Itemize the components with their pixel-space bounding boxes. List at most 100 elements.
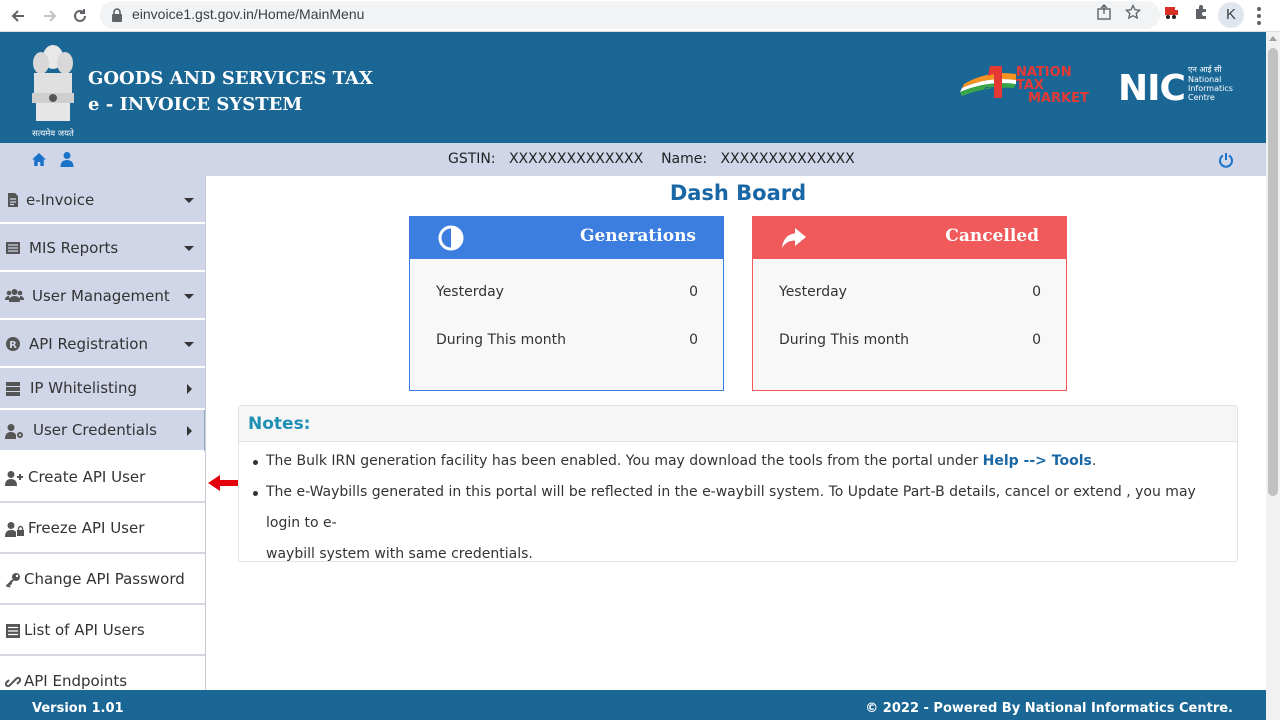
- user-icon[interactable]: [60, 151, 74, 167]
- back-icon[interactable]: [6, 4, 30, 28]
- copyright-text: © 2022 - Powered By National Informatics…: [865, 701, 1233, 716]
- link-icon: [5, 676, 21, 688]
- key-icon: [5, 573, 20, 588]
- power-icon[interactable]: [1218, 152, 1234, 168]
- url-text: einvoice1.gst.gov.in/Home/MainMenu: [132, 6, 365, 22]
- list-icon: [6, 242, 20, 254]
- sidebar: e-Invoice MIS Reports User Management R …: [0, 176, 206, 707]
- submenu-list-of-api-users[interactable]: List of API Users: [0, 606, 205, 656]
- version-text: Version 1.01: [32, 701, 124, 716]
- site-title: GOODS AND SERVICES TAX e - INVOICE SYSTE…: [88, 66, 373, 118]
- nation-tax-market-logo: GST NATION TAX MARKET: [960, 65, 1089, 106]
- sidebar-item-ip-whitelisting[interactable]: IP Whitelisting: [0, 368, 205, 410]
- caret-down-icon: [184, 342, 194, 347]
- card-header: Generations: [410, 217, 723, 259]
- user-cog-icon: [5, 424, 23, 439]
- sidebar-item-label: IP Whitelisting: [30, 379, 138, 397]
- home-icon[interactable]: [31, 152, 47, 167]
- half-circle-icon: [438, 225, 464, 251]
- submenu-label: List of API Users: [24, 621, 145, 639]
- card-title: Generations: [579, 226, 696, 246]
- forward-icon[interactable]: [38, 4, 62, 28]
- sidebar-item-label: API Registration: [29, 335, 148, 353]
- sidebar-item-label: User Management: [32, 287, 170, 305]
- card-row-label: During This month: [436, 332, 567, 348]
- nic-line1: National: [1188, 75, 1221, 84]
- notes-panel: Notes: The Bulk IRN generation facility …: [238, 405, 1238, 562]
- submenu-label: API Endpoints: [24, 672, 128, 690]
- ntm-line3: MARKET: [1028, 91, 1089, 106]
- generations-card: Generations Yesterday 0 During This mont…: [409, 216, 724, 391]
- sidebar-item-label: MIS Reports: [29, 239, 119, 257]
- nic-line2: Informatics: [1188, 84, 1233, 93]
- national-emblem-icon: सत्यमेव जयते: [32, 45, 74, 139]
- card-row-value: 0: [1032, 284, 1041, 300]
- gstin-info: GSTIN: XXXXXXXXXXXXXX Name: XXXXXXXXXXXX…: [448, 151, 855, 167]
- caret-down-icon: [184, 246, 194, 251]
- site-title-line2: e - INVOICE SYSTEM: [88, 94, 303, 115]
- gstin-value: XXXXXXXXXXXXXX: [508, 151, 644, 167]
- nic-line3: Centre: [1188, 93, 1215, 102]
- name-label: Name:: [661, 151, 708, 167]
- submenu-label: Freeze API User: [28, 519, 145, 537]
- menu-icon[interactable]: [1256, 6, 1262, 26]
- profile-avatar[interactable]: K: [1218, 2, 1244, 28]
- notes-title: Notes:: [248, 414, 311, 434]
- nic-mark: NIC: [1118, 68, 1185, 106]
- dashboard-title: Dash Board: [669, 181, 807, 205]
- registered-icon: R: [6, 337, 20, 351]
- note-bulk-irn: The Bulk IRN generation facility has bee…: [266, 446, 1226, 477]
- puzzle-icon[interactable]: [1190, 4, 1212, 26]
- users-icon: [5, 289, 24, 302]
- share-icon[interactable]: [1093, 4, 1115, 26]
- nic-hindi: एन आई सी: [1188, 64, 1222, 74]
- sidebar-item-user-credentials[interactable]: User Credentials: [0, 410, 205, 452]
- arrow-text: -->: [1018, 453, 1052, 469]
- server-icon: [6, 382, 20, 396]
- emblem-caption: सत्यमेव जयते: [32, 128, 74, 139]
- nic-logo: NIC एन आई सी National Informatics Centre: [1118, 64, 1233, 106]
- submenu-create-api-user[interactable]: Create API User: [0, 453, 205, 503]
- site-title-line1: GOODS AND SERVICES TAX: [88, 68, 373, 89]
- star-icon[interactable]: [1122, 3, 1144, 26]
- submenu-freeze-api-user[interactable]: Freeze API User: [0, 504, 205, 554]
- card-title: Cancelled: [945, 226, 1039, 246]
- card-row-label: Yesterday: [779, 284, 847, 300]
- scroll-up-icon[interactable]: [1269, 36, 1277, 41]
- caret-down-icon: [184, 198, 194, 203]
- sidebar-item-mis-reports[interactable]: MIS Reports: [0, 224, 205, 272]
- submenu-change-api-password[interactable]: Change API Password: [0, 555, 205, 605]
- card-row-value: 0: [689, 332, 698, 348]
- extension-icon[interactable]: [1160, 4, 1182, 26]
- bullet-icon: [253, 491, 258, 496]
- address-bar[interactable]: einvoice1.gst.gov.in/Home/MainMenu: [100, 1, 1160, 29]
- submenu-label: Change API Password: [24, 570, 185, 588]
- sidebar-item-e-invoice[interactable]: e-Invoice: [0, 176, 205, 224]
- card-row-value: 0: [689, 284, 698, 300]
- sidebar-item-label: User Credentials: [33, 421, 157, 439]
- card-row-label: Yesterday: [436, 284, 504, 300]
- note-end: .: [1091, 453, 1097, 469]
- browser-toolbar: einvoice1.gst.gov.in/Home/MainMenu K: [0, 0, 1280, 32]
- site-header: सत्यमेव जयते GOODS AND SERVICES TAX e - …: [0, 32, 1266, 143]
- lock-icon: [112, 8, 122, 22]
- note-line: waybill system with same credentials.: [266, 546, 533, 562]
- reload-icon[interactable]: [68, 4, 92, 28]
- sidebar-item-label: e-Invoice: [26, 191, 95, 209]
- help-link[interactable]: Help: [983, 453, 1019, 469]
- sidebar-item-api-registration[interactable]: R API Registration: [0, 320, 205, 368]
- caret-right-icon: [187, 426, 192, 436]
- user-plus-icon: [5, 471, 23, 486]
- scroll-thumb[interactable]: [1268, 48, 1278, 496]
- name-value: XXXXXXXXXXXXXX: [720, 151, 855, 167]
- note-text: The Bulk IRN generation facility has bee…: [266, 453, 983, 469]
- note-line: The e-Waybills generated in this portal …: [266, 484, 1196, 531]
- cancelled-card: Cancelled Yesterday 0 During This month …: [752, 216, 1067, 391]
- tools-link[interactable]: Tools: [1052, 453, 1092, 469]
- scrollbar[interactable]: [1266, 32, 1280, 720]
- sidebar-item-user-management[interactable]: User Management: [0, 272, 205, 320]
- card-row-value: 0: [1032, 332, 1041, 348]
- share-arrow-icon: [782, 228, 806, 248]
- bullet-icon: [253, 460, 258, 465]
- caret-right-icon: [187, 384, 192, 394]
